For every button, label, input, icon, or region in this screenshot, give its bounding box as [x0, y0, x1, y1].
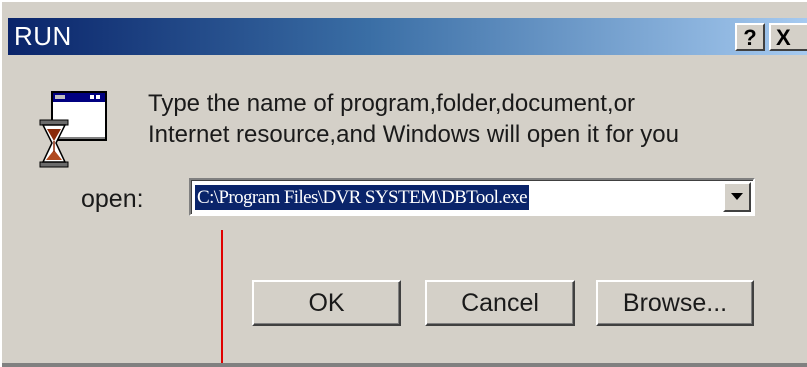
- open-combobox[interactable]: C:\Program Files\DVR SYSTEM\DBTool.exe: [189, 178, 755, 216]
- title-bar[interactable]: RUN ? X: [8, 18, 807, 55]
- browse-button[interactable]: Browse...: [596, 280, 754, 326]
- close-button[interactable]: X: [769, 23, 807, 51]
- cancel-button[interactable]: Cancel: [425, 280, 575, 326]
- open-input-value[interactable]: C:\Program Files\DVR SYSTEM\DBTool.exe: [195, 185, 530, 210]
- open-label: open:: [81, 185, 144, 213]
- annotation-pointer-line: [221, 230, 223, 367]
- instruction-text: Type the name of program,folder,document…: [148, 88, 679, 150]
- run-dialog: RUN ? X Type the name of program,folder,…: [0, 0, 807, 367]
- dropdown-button[interactable]: [723, 182, 751, 212]
- run-program-icon: [38, 90, 108, 168]
- dialog-bottom-edge: [2, 363, 807, 367]
- ok-button[interactable]: OK: [252, 280, 401, 326]
- help-button[interactable]: ?: [735, 23, 765, 51]
- window-title: RUN: [14, 21, 72, 51]
- chevron-down-icon: [731, 193, 743, 200]
- instruction-line-2: Internet resource,and Windows will open …: [148, 121, 679, 148]
- instruction-line-1: Type the name of program,folder,document…: [148, 90, 635, 117]
